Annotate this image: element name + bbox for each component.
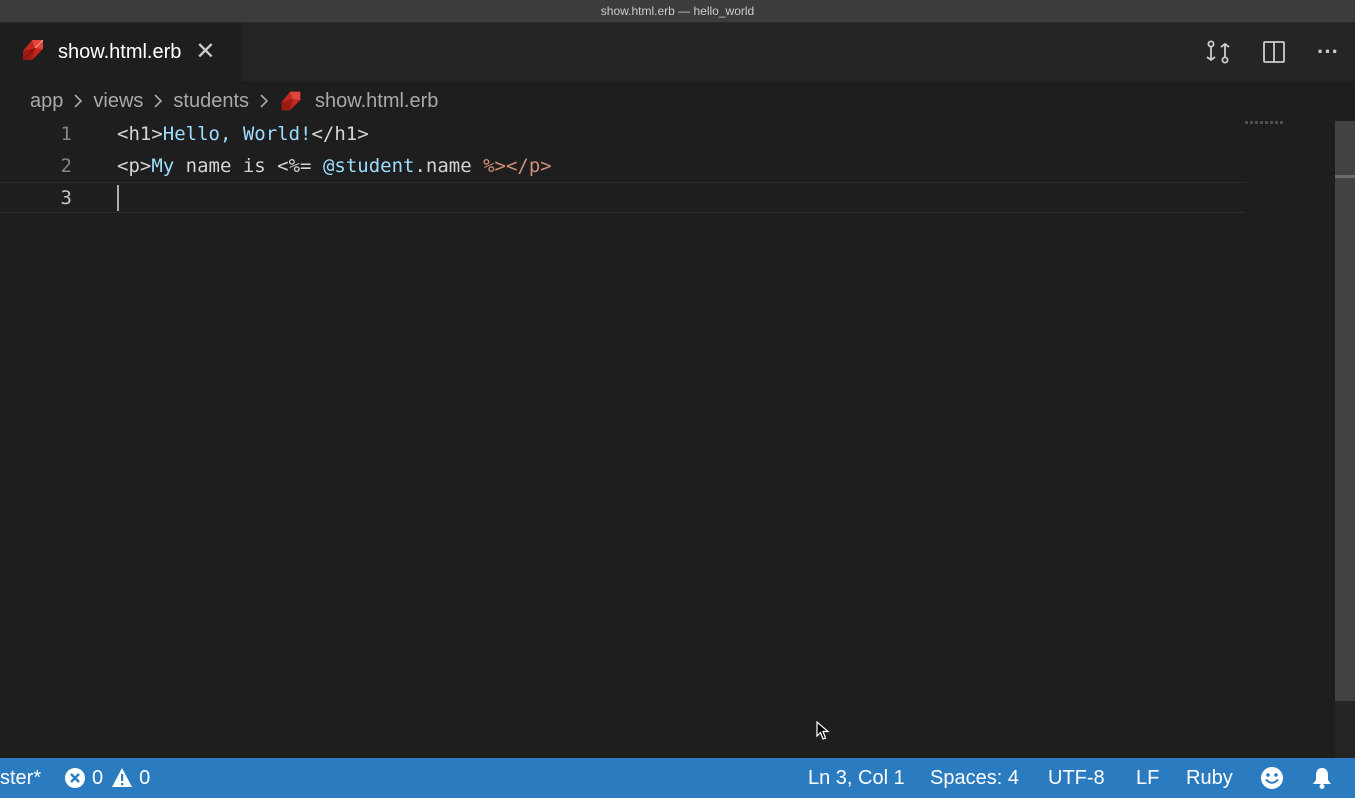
code-token-plain: .name xyxy=(414,155,484,177)
vertical-scrollbar[interactable] xyxy=(1335,121,1355,758)
chevron-right-icon xyxy=(73,94,83,108)
split-editor-icon[interactable] xyxy=(1259,37,1289,67)
scrollbar-thumb[interactable] xyxy=(1335,121,1355,701)
notifications-bell-icon[interactable] xyxy=(1310,758,1334,798)
status-cursor-position[interactable]: Ln 3, Col 1 xyxy=(808,758,905,798)
feedback-smiley-icon[interactable] xyxy=(1260,758,1284,798)
code-content: <h1>Hello, World!</h1> xyxy=(117,119,369,150)
status-bar: ster* 0 0 Ln 3, Col 1 Spaces: 4 UTF-8 LF… xyxy=(0,758,1355,798)
breadcrumb: app views students show.html.erb xyxy=(0,81,1355,121)
line-number: 3 xyxy=(60,187,72,209)
breadcrumb-item-views[interactable]: views xyxy=(93,90,143,113)
code-line-current[interactable]: 3 xyxy=(0,182,1245,213)
code-editor[interactable]: 1 <h1>Hello, World!</h1> 2 <p>My name is… xyxy=(0,121,1335,758)
breadcrumb-item-app[interactable]: app xyxy=(30,90,63,113)
close-icon[interactable]: ✕ xyxy=(195,40,215,64)
code-token-text: My xyxy=(151,155,175,177)
status-indentation[interactable]: Spaces: 4 xyxy=(930,758,1019,798)
open-changes-icon[interactable] xyxy=(1203,37,1233,67)
breadcrumb-item-file[interactable]: show.html.erb xyxy=(315,90,438,113)
status-problems[interactable]: 0 0 xyxy=(64,758,150,798)
warning-icon xyxy=(112,768,133,787)
tab-bar: show.html.erb ✕ ··· xyxy=(0,23,1355,81)
code-line[interactable]: 1 <h1>Hello, World!</h1> xyxy=(0,119,1245,150)
tab-label: show.html.erb xyxy=(58,40,182,63)
line-number: 2 xyxy=(60,155,72,177)
status-encoding[interactable]: UTF-8 xyxy=(1048,758,1105,798)
code-token-tag: <p> xyxy=(117,155,152,177)
scrollbar-cursor-marker xyxy=(1335,175,1355,178)
warning-count: 0 xyxy=(139,767,151,789)
error-icon xyxy=(65,768,85,788)
status-branch[interactable]: ster* xyxy=(0,758,41,798)
chevron-right-icon xyxy=(153,94,163,108)
code-token-plain: name is <%= xyxy=(174,155,323,177)
code-content: <p>My name is <%= @student.name %></p> xyxy=(117,151,552,182)
status-language[interactable]: Ruby xyxy=(1186,758,1233,798)
branch-name: ster* xyxy=(0,767,42,789)
tab-show-html-erb[interactable]: show.html.erb ✕ xyxy=(0,23,242,81)
code-token-text: @student xyxy=(322,155,415,177)
code-token-tag: <h1> xyxy=(117,123,163,145)
minimap[interactable] xyxy=(1245,121,1283,124)
breadcrumb-item-students[interactable]: students xyxy=(173,90,249,113)
ruby-icon xyxy=(20,37,46,63)
code-token-tag: </h1> xyxy=(311,123,369,145)
more-actions-icon[interactable]: ··· xyxy=(1313,37,1343,67)
text-cursor xyxy=(117,185,119,211)
ruby-icon xyxy=(279,89,303,113)
chevron-right-icon xyxy=(259,94,269,108)
mouse-pointer-icon xyxy=(816,720,830,746)
window-title-bar: show.html.erb — hello_world xyxy=(0,0,1355,23)
status-eol[interactable]: LF xyxy=(1136,758,1159,798)
code-line[interactable]: 2 <p>My name is <%= @student.name %></p> xyxy=(0,151,1245,182)
error-count: 0 xyxy=(92,767,104,789)
code-token-text: Hello, World! xyxy=(162,123,312,145)
line-number: 1 xyxy=(60,123,72,145)
window-title: show.html.erb — hello_world xyxy=(600,4,755,18)
code-token-erb: %></p> xyxy=(483,155,552,177)
